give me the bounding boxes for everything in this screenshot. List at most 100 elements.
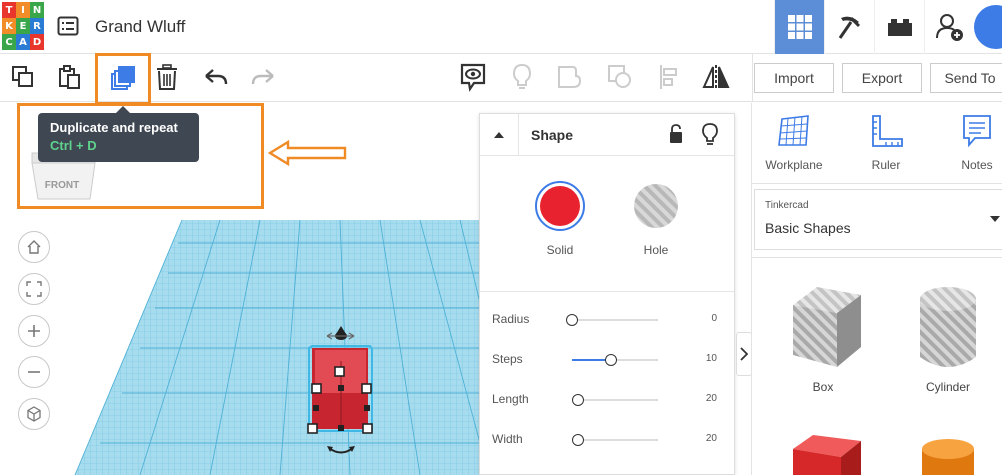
solid-label: Solid xyxy=(546,243,574,257)
property-width: Width 20 xyxy=(492,430,717,450)
property-value[interactable]: 0 xyxy=(711,313,717,324)
orange-cylinder-icon xyxy=(922,439,974,475)
annotation-arrow-icon xyxy=(268,140,347,166)
shape-library-select[interactable]: Tinkercad Basic Shapes xyxy=(754,189,1002,250)
fit-view-icon[interactable] xyxy=(18,273,50,305)
import-button[interactable]: Import xyxy=(754,63,834,93)
shape-label: Cylinder xyxy=(925,380,970,394)
paste-icon[interactable] xyxy=(55,62,85,92)
inspector-header: Shape xyxy=(480,114,734,156)
perspective-icon[interactable] xyxy=(18,398,50,430)
notes-tool[interactable]: Notes xyxy=(942,113,1002,172)
tinkercad-logo[interactable]: TINKERCAD xyxy=(2,2,44,50)
red-box-icon xyxy=(793,435,861,475)
tooltip-title: Duplicate and repeat xyxy=(50,120,178,135)
library-source: Tinkercad xyxy=(765,200,809,211)
ungroup-icon[interactable] xyxy=(605,62,635,92)
hole-label: Hole xyxy=(643,243,669,257)
collapse-inspector-button[interactable] xyxy=(480,114,519,156)
duplicate-icon[interactable] xyxy=(95,53,151,105)
property-value[interactable]: 10 xyxy=(706,353,717,364)
grid-view-icon[interactable] xyxy=(774,0,824,54)
light-bulb-icon[interactable] xyxy=(507,62,537,92)
notes-label: Notes xyxy=(961,158,993,172)
shape-label: Box xyxy=(812,380,834,394)
right-panel: Workplane Ruler Notes Tinkercad Basic Sh… xyxy=(751,103,1002,475)
show-all-icon[interactable] xyxy=(458,62,488,92)
shape-cylinder[interactable]: Cylinder xyxy=(898,283,998,394)
zoom-out-icon[interactable] xyxy=(18,356,50,388)
design-menu-icon[interactable] xyxy=(57,15,79,37)
export-button[interactable]: Export xyxy=(842,63,922,93)
hole-swatch[interactable] xyxy=(630,180,682,232)
slider-knob[interactable] xyxy=(572,434,584,446)
ruler-label: Ruler xyxy=(871,158,901,172)
pickaxe-icon[interactable] xyxy=(824,0,874,54)
logo-letter: D xyxy=(30,34,44,50)
logo-letter: E xyxy=(16,18,30,34)
panel-divider xyxy=(752,257,1002,258)
property-label: Steps xyxy=(492,352,523,366)
ruler-icon xyxy=(872,115,903,147)
property-radius: Radius 0 xyxy=(492,310,717,330)
property-steps: Steps 10 xyxy=(492,350,717,370)
property-label: Radius xyxy=(492,312,530,326)
solid-color-swatch[interactable] xyxy=(534,180,586,232)
project-title[interactable]: Grand Wluff xyxy=(95,17,185,37)
logo-letter: R xyxy=(30,18,44,34)
redo-icon[interactable] xyxy=(248,62,278,92)
property-value[interactable]: 20 xyxy=(706,393,717,404)
lock-icon[interactable] xyxy=(668,123,684,150)
panel-toggle-button[interactable] xyxy=(736,332,752,376)
undo-icon[interactable] xyxy=(201,62,231,92)
logo-letter: I xyxy=(16,2,30,18)
send-to-button[interactable]: Send To xyxy=(930,63,1002,93)
duplicate-tooltip: Duplicate and repeat Ctrl + D xyxy=(38,106,199,162)
add-user-icon[interactable] xyxy=(924,0,974,54)
slider-track[interactable] xyxy=(572,399,658,401)
slider-knob[interactable] xyxy=(605,354,617,366)
property-label: Width xyxy=(492,432,523,446)
slider-knob[interactable] xyxy=(572,394,584,406)
copy-icon[interactable] xyxy=(8,62,38,92)
align-icon[interactable] xyxy=(655,62,685,92)
box-hole-icon xyxy=(793,287,861,367)
hole-option[interactable]: Hole xyxy=(626,180,686,257)
solid-option[interactable]: Solid xyxy=(530,180,590,257)
shape-inspector: Shape Solid Hole Radius 0 Steps 10 Length 20 W… xyxy=(479,113,735,475)
toolbar-divider xyxy=(752,54,753,102)
light-bulb-icon[interactable] xyxy=(701,122,719,151)
home-view-icon[interactable] xyxy=(18,231,50,263)
tooltip-shortcut: Ctrl + D xyxy=(50,138,97,153)
selected-box-shape[interactable] xyxy=(307,345,373,434)
shape-orange-cylinder[interactable] xyxy=(898,431,998,475)
slider-track[interactable] xyxy=(572,439,658,441)
brick-icon[interactable] xyxy=(874,0,924,54)
logo-letter: A xyxy=(16,34,30,50)
slider-track[interactable] xyxy=(572,319,658,321)
top-nav xyxy=(774,0,1002,54)
workplane-tool[interactable]: Workplane xyxy=(759,113,829,172)
cylinder-hole-icon xyxy=(920,287,976,367)
top-bar: TINKERCAD Grand Wluff xyxy=(0,0,1002,54)
property-length: Length 20 xyxy=(492,390,717,410)
ruler-tool[interactable]: Ruler xyxy=(851,113,921,172)
logo-letter: C xyxy=(2,34,16,50)
inspector-title: Shape xyxy=(531,127,574,143)
logo-letter: T xyxy=(2,2,16,18)
shape-red-box[interactable] xyxy=(773,431,873,475)
library-name: Basic Shapes xyxy=(765,220,851,236)
zoom-in-icon[interactable] xyxy=(18,315,50,347)
slider-knob[interactable] xyxy=(566,314,578,326)
chevron-down-icon xyxy=(990,216,1000,222)
notes-icon xyxy=(963,115,991,148)
mirror-icon[interactable] xyxy=(701,62,731,92)
avatar[interactable] xyxy=(974,0,1002,54)
trash-icon[interactable] xyxy=(152,62,182,92)
property-value[interactable]: 20 xyxy=(706,433,717,444)
shape-box[interactable]: Box xyxy=(773,283,873,394)
group-icon[interactable] xyxy=(555,62,585,92)
logo-letter: K xyxy=(2,18,16,34)
workplane-icon xyxy=(778,115,809,146)
panel-divider xyxy=(752,183,1002,184)
